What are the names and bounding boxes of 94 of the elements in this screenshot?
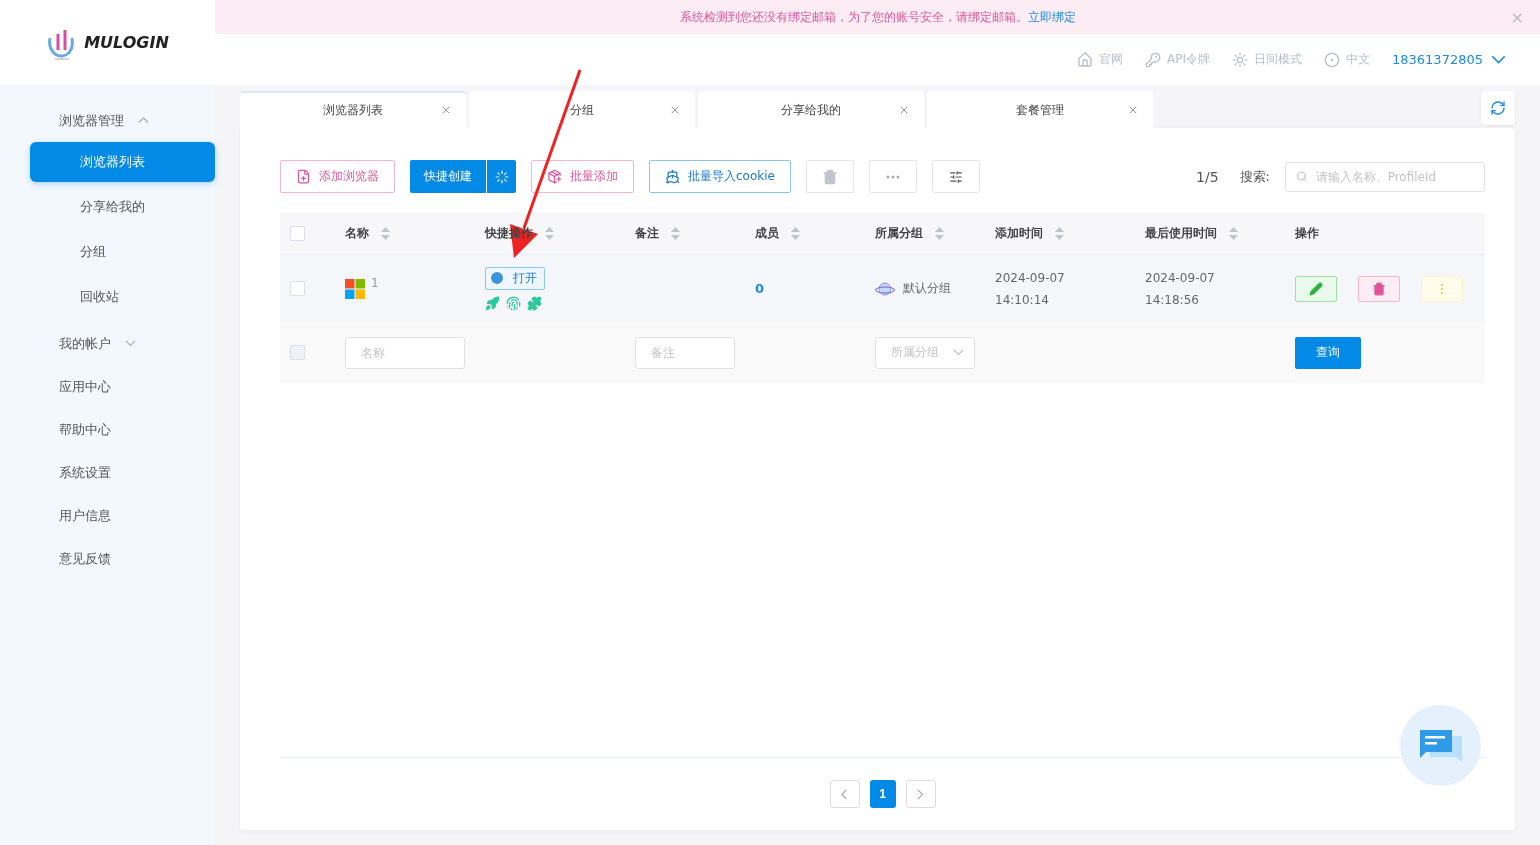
query-button[interactable]: 查询 xyxy=(1295,336,1361,369)
quick-create-button[interactable]: 快捷创建 xyxy=(410,160,486,193)
account-menu[interactable]: 18361372805 xyxy=(1392,52,1506,67)
next-page-button[interactable] xyxy=(905,780,936,808)
box-add-icon xyxy=(547,169,562,184)
pencil-icon xyxy=(1309,281,1323,296)
search-icon xyxy=(1296,170,1308,183)
key-icon xyxy=(1145,51,1162,68)
table-cell-text: 14:18:56 xyxy=(1145,292,1200,307)
page-count: 1/5 xyxy=(1196,168,1219,185)
sort-icon[interactable] xyxy=(1229,227,1238,240)
circle-icon xyxy=(1324,51,1340,68)
sidebar-subitem[interactable]: 回收站 xyxy=(30,277,215,317)
home-icon xyxy=(1077,51,1094,68)
fingerprint-icon[interactable] xyxy=(506,295,521,311)
sidebar-item[interactable]: 用户信息 xyxy=(0,494,215,537)
sort-icon[interactable] xyxy=(381,227,390,240)
column-header: 操作 xyxy=(1295,225,1319,242)
column-header: 名称 xyxy=(345,225,369,242)
sidebar-item[interactable]: 应用中心 xyxy=(0,365,215,408)
checkbox[interactable] xyxy=(290,281,305,296)
refresh-button[interactable] xyxy=(1481,91,1515,125)
rocket-icon[interactable] xyxy=(485,295,500,311)
sidebar-item[interactable]: 意见反馈 xyxy=(0,537,215,580)
chevron-left-icon xyxy=(841,788,848,800)
more-button[interactable] xyxy=(868,160,917,193)
ellipsis-icon xyxy=(885,174,900,179)
column-header: 备注 xyxy=(635,225,659,242)
chevron-up-icon xyxy=(138,117,149,124)
search-label: 搜索: xyxy=(1239,167,1270,186)
close-icon[interactable] xyxy=(1127,104,1139,116)
chat-icon xyxy=(1417,727,1464,764)
toolbar-button[interactable]: 批量添加 xyxy=(531,160,634,193)
puzzle-icon[interactable] xyxy=(527,295,542,311)
delete-button[interactable] xyxy=(1358,275,1400,302)
sliders-icon xyxy=(948,169,963,184)
sort-icon[interactable] xyxy=(791,227,800,240)
column-header: 成员 xyxy=(755,225,779,242)
table-cell: 1 xyxy=(371,276,379,290)
sort-icon[interactable] xyxy=(545,227,554,240)
table-cell: 2024-09-07 xyxy=(995,270,1065,285)
spinner-button[interactable] xyxy=(486,160,516,193)
globe-icon xyxy=(875,280,895,297)
delete-button[interactable] xyxy=(805,160,854,193)
page-button[interactable]: 1 xyxy=(869,780,896,808)
trash-icon xyxy=(821,168,838,185)
sort-icon[interactable] xyxy=(671,227,680,240)
name-filter-field[interactable]: 名称 xyxy=(345,336,465,369)
tab[interactable]: 浏览器列表 xyxy=(240,91,466,128)
refresh-icon xyxy=(1490,100,1506,116)
chevron-down-icon xyxy=(1491,55,1506,64)
settings-button[interactable] xyxy=(931,160,980,193)
file-add-icon xyxy=(296,169,311,184)
notice-text: 系统检测到您还没有绑定邮箱，为了您的账号安全，请绑定邮箱。 xyxy=(679,8,1028,26)
column-header: 最后使用时间 xyxy=(1145,225,1217,242)
toolbar-button[interactable]: 批量导入cookie xyxy=(649,160,791,193)
tab[interactable]: 分组 xyxy=(469,91,695,128)
spinner-icon xyxy=(494,169,509,184)
sort-icon[interactable] xyxy=(935,227,944,240)
windows-logo-icon xyxy=(345,278,365,299)
open-button[interactable]: 打开 xyxy=(485,266,545,290)
sidebar-item[interactable]: 浏览器管理 xyxy=(0,99,215,142)
sidebar-item[interactable]: 帮助中心 xyxy=(0,408,215,451)
more-button[interactable] xyxy=(1421,275,1463,302)
ship-icon xyxy=(665,169,680,184)
sort-icon[interactable] xyxy=(1055,227,1064,240)
close-icon[interactable] xyxy=(898,104,910,116)
tab[interactable]: 套餐管理 xyxy=(927,91,1153,128)
note-filter-field[interactable]: 备注 xyxy=(635,336,735,369)
sidebar-subitem[interactable]: 浏览器列表 xyxy=(30,142,215,182)
trash-icon xyxy=(1372,281,1386,296)
table-cell-text: 14:10:14 xyxy=(995,292,1050,307)
chevron-down-icon xyxy=(953,349,964,356)
previous-page-button[interactable] xyxy=(829,780,860,808)
chevron-right-icon xyxy=(917,788,924,800)
sidebar-subitem[interactable]: 分享给我的 xyxy=(30,187,215,227)
sidebar-item[interactable]: 系统设置 xyxy=(0,451,215,494)
column-header: 所属分组 xyxy=(875,225,923,242)
toolbar-button[interactable]: 添加浏览器 xyxy=(280,160,395,193)
logo-text: MULOGIN xyxy=(84,33,169,52)
table-cell: 2024-09-07 xyxy=(1145,270,1215,285)
tab[interactable]: 分享给我的 xyxy=(698,91,924,128)
bind-link[interactable]: 立即绑定 xyxy=(1027,8,1076,26)
sidebar-subitem[interactable]: 分组 xyxy=(30,232,215,272)
checkbox[interactable] xyxy=(290,226,305,241)
sun-icon xyxy=(1232,51,1248,68)
close-icon[interactable] xyxy=(440,104,452,116)
column-header: 添加时间 xyxy=(995,225,1043,242)
close-icon[interactable] xyxy=(669,104,681,116)
table-cell: 默认分组 xyxy=(903,280,951,297)
table-cell: 0 xyxy=(755,281,765,296)
sidebar-item[interactable]: 我的帐户 xyxy=(0,322,215,365)
chevron-down-icon xyxy=(125,340,136,347)
edit-button[interactable] xyxy=(1295,275,1337,302)
